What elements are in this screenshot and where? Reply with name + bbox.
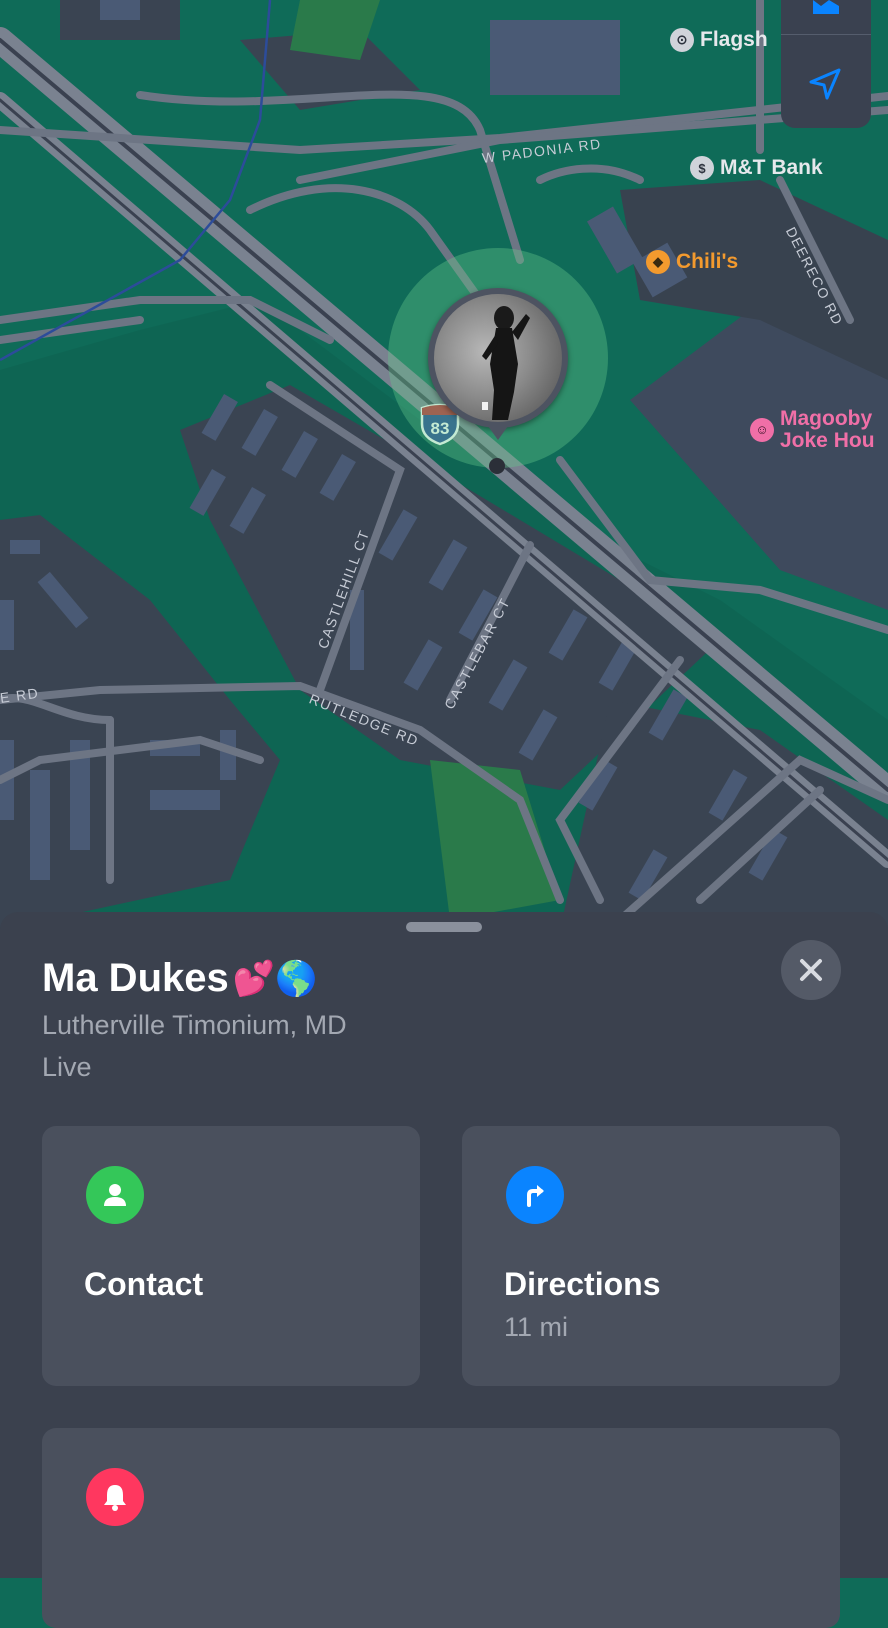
bell-icon [104, 1485, 126, 1511]
map-view[interactable]: ⊙ Flagsh $ M&T Bank ◆ Chili's ☺ Magooby … [0, 0, 888, 930]
notify-button[interactable] [42, 1428, 840, 1628]
map-controls-divider [781, 34, 871, 35]
poi-magooby-label: Magooby Joke Hou [780, 408, 875, 452]
bank-icon: $ [690, 156, 714, 180]
person-name: Ma Dukes 💕🌎 [42, 956, 317, 1001]
directions-icon-circle [506, 1166, 564, 1224]
car-icon: ⊙ [670, 28, 694, 52]
avatar-pin [428, 288, 568, 428]
poi-magooby[interactable]: ☺ Magooby Joke Hou [750, 408, 875, 452]
poi-chilis[interactable]: ◆ Chili's [646, 250, 738, 274]
location-arrow-icon[interactable] [805, 64, 845, 104]
avatar-photo [482, 306, 530, 420]
directions-distance: 11 mi [504, 1312, 569, 1342]
turn-right-arrow-icon [527, 1185, 544, 1207]
person-name-text: Ma Dukes [42, 956, 229, 1000]
person-location-marker[interactable] [388, 248, 608, 474]
contact-label: Contact [84, 1266, 204, 1302]
close-icon [800, 959, 822, 981]
notify-icon-circle [86, 1468, 144, 1526]
person-status: Live [42, 1052, 92, 1082]
pin-tail [488, 426, 508, 440]
close-button[interactable] [781, 940, 841, 1000]
location-dot [489, 458, 505, 474]
poi-flagship-label: Flagsh [700, 28, 768, 51]
map-mode-icon[interactable] [811, 0, 841, 14]
directions-label: Directions [504, 1266, 661, 1302]
poi-mt-bank[interactable]: $ M&T Bank [690, 156, 823, 180]
contact-icon-circle [86, 1166, 144, 1224]
person-name-emoji: 💕🌎 [232, 958, 318, 999]
theater-icon: ☺ [750, 418, 774, 442]
contact-button[interactable]: Contact [42, 1126, 420, 1386]
directions-button[interactable]: Directions 11 mi [462, 1126, 840, 1386]
poi-magooby-line1: Magooby [780, 407, 873, 430]
poi-flagship[interactable]: ⊙ Flagsh [670, 28, 768, 52]
restaurant-icon: ◆ [646, 250, 670, 274]
person-detail-sheet: Ma Dukes 💕🌎 Lutherville Timonium, MD Liv… [0, 912, 888, 1628]
person-location: Lutherville Timonium, MD [42, 1010, 347, 1040]
poi-chilis-label: Chili's [676, 250, 739, 273]
poi-magooby-line2: Joke Hou [780, 429, 875, 452]
poi-mt-bank-label: M&T Bank [720, 156, 823, 179]
sheet-grabber[interactable] [406, 922, 482, 932]
map-controls [781, 0, 871, 128]
avatar [434, 294, 562, 422]
person-icon [104, 1184, 126, 1206]
